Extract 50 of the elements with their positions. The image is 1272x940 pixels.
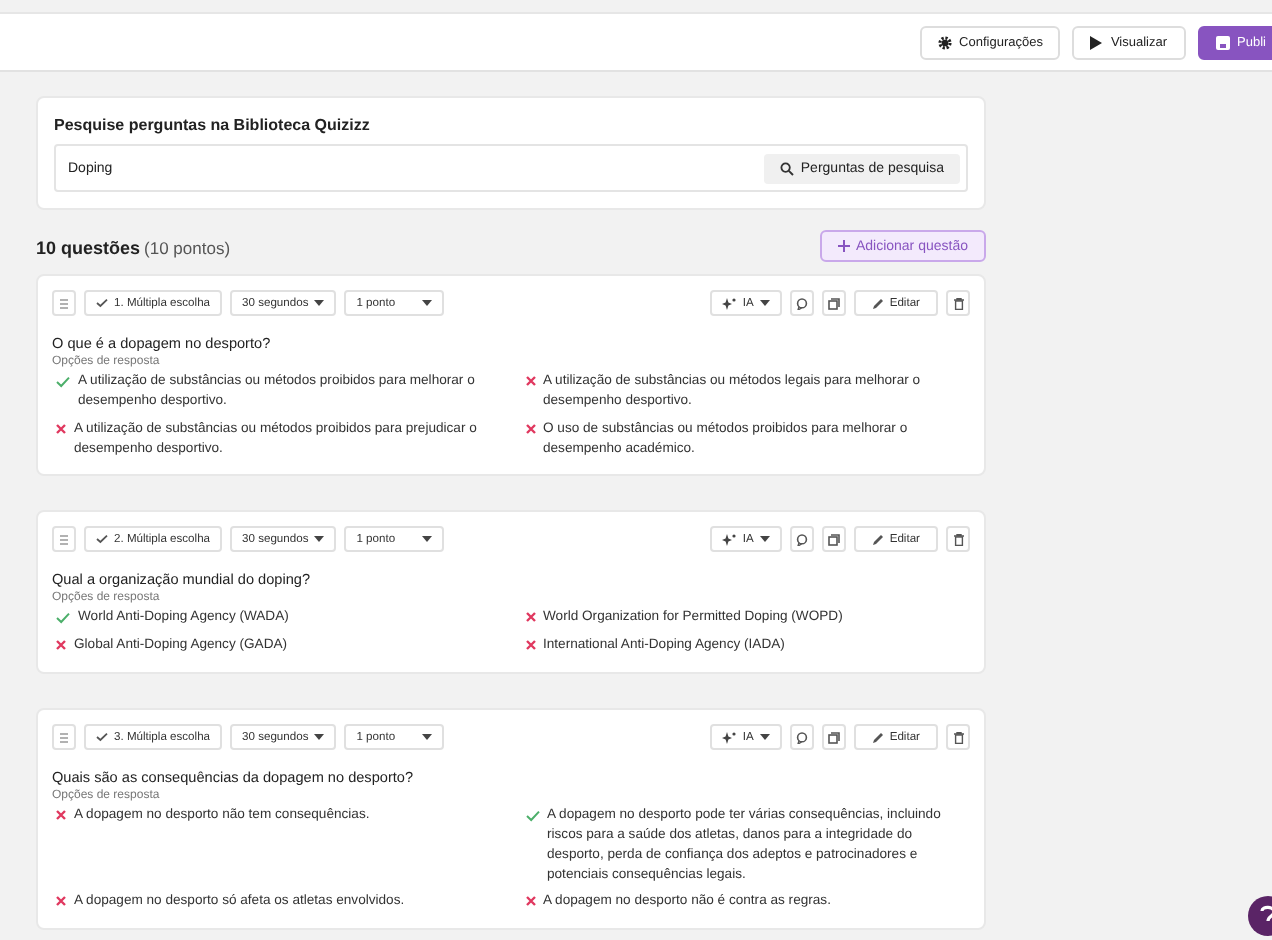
grip-icon	[60, 731, 68, 744]
pencil-icon	[871, 297, 884, 309]
copy-icon	[827, 731, 840, 744]
comment-button[interactable]	[789, 526, 814, 553]
sparkle-icon	[722, 533, 737, 546]
pencil-icon	[871, 533, 884, 546]
delete-button[interactable]	[946, 290, 970, 316]
sparkle-icon	[722, 731, 737, 744]
trash-icon	[953, 297, 963, 309]
drag-handle[interactable]	[52, 290, 76, 316]
search-icon	[780, 161, 795, 175]
question-count: 10 questões	[36, 238, 141, 258]
pencil-icon	[871, 731, 884, 744]
copy-icon	[827, 297, 840, 309]
drag-handle[interactable]	[52, 724, 76, 751]
search-title: Pesquise perguntas na Biblioteca Quizizz	[54, 116, 372, 134]
check-icon	[96, 534, 108, 545]
caret-icon	[759, 300, 770, 306]
caret-icon	[759, 734, 770, 741]
save-icon	[1215, 35, 1230, 49]
check-icon	[96, 732, 108, 743]
delete-button[interactable]	[946, 724, 970, 751]
caret-icon	[422, 300, 433, 306]
grip-icon	[60, 533, 68, 546]
comment-button[interactable]	[789, 290, 814, 316]
caret-icon	[759, 536, 770, 543]
plus-icon	[837, 240, 850, 252]
grip-icon	[60, 297, 68, 309]
copy-icon	[827, 533, 840, 546]
speech-bubble-icon	[795, 533, 808, 546]
comment-button[interactable]	[789, 724, 814, 751]
duplicate-button[interactable]	[821, 724, 846, 751]
caret-icon	[314, 536, 325, 543]
speech-bubble-icon	[795, 297, 808, 309]
caret-icon	[422, 734, 433, 741]
check-icon	[96, 298, 108, 308]
duplicate-button[interactable]	[821, 526, 846, 553]
sparkle-icon	[722, 297, 737, 309]
drag-handle[interactable]	[52, 526, 76, 553]
play-icon	[1090, 35, 1103, 49]
delete-button[interactable]	[946, 526, 970, 553]
trash-icon	[953, 533, 963, 546]
settings-icon	[937, 35, 952, 49]
caret-icon	[314, 734, 325, 741]
speech-bubble-icon	[795, 731, 808, 744]
caret-icon	[422, 536, 433, 543]
points-total: (10 pontos)	[144, 238, 231, 258]
caret-icon	[314, 300, 325, 306]
duplicate-button[interactable]	[821, 290, 846, 316]
trash-icon	[953, 731, 963, 744]
